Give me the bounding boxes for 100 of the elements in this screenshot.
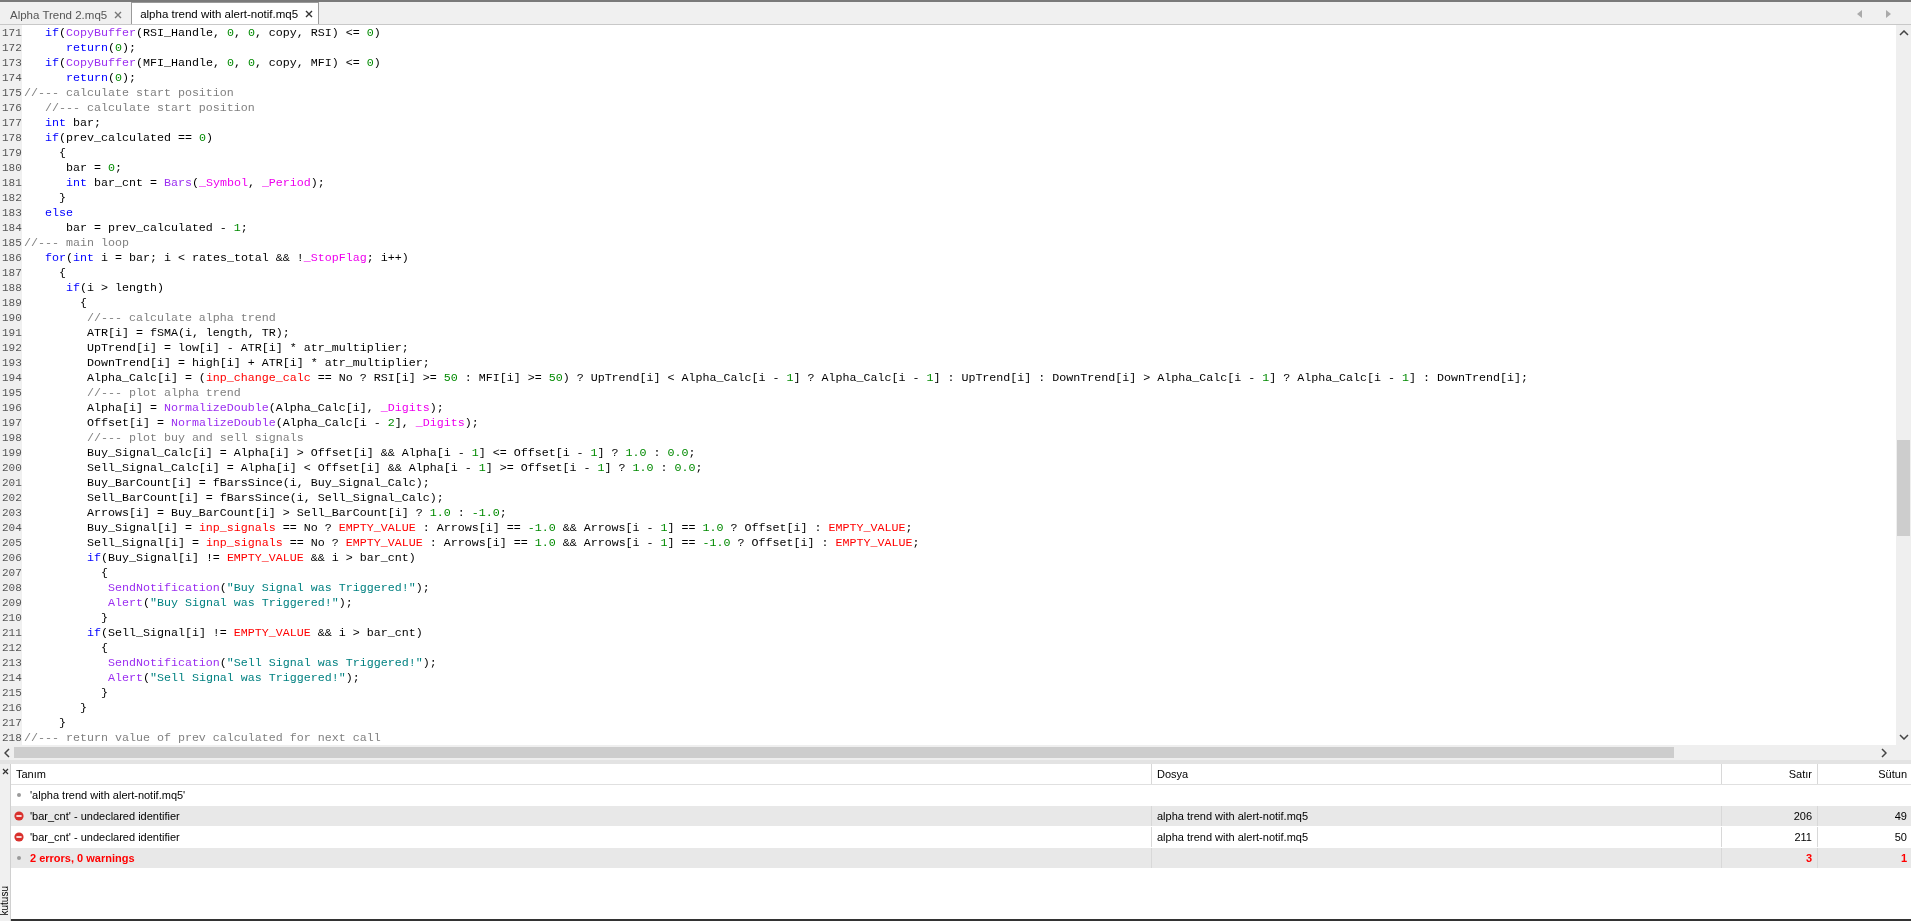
code-line: { (99, 641, 108, 656)
scroll-left-icon[interactable] (4, 747, 10, 758)
error-icon (14, 832, 24, 842)
line-number: 182 (1, 191, 22, 206)
scrollbar-thumb[interactable] (1897, 440, 1910, 536)
line-number: 175 (1, 86, 22, 101)
code-line: if(prev_calculated == 0) (44, 131, 213, 146)
line-number: 185 (1, 236, 22, 251)
code-line: return(0); (64, 41, 136, 56)
horizontal-scrollbar[interactable] (0, 745, 1911, 760)
tab-scroll-left-icon[interactable] (1857, 10, 1862, 18)
line-number: 176 (1, 101, 22, 116)
code-line: else (44, 206, 73, 221)
code-line: Alert("Buy Signal was Triggered!"); (106, 596, 353, 611)
code-line: int bar_cnt = Bars(_Symbol, _Period); (64, 176, 325, 191)
dot-icon (14, 790, 24, 800)
tab-scroll-right-icon[interactable] (1886, 10, 1891, 18)
line-number: 208 (1, 581, 22, 596)
code-line: UpTrend[i] = low[i] - ATR[i] * atr_multiplier; (85, 341, 409, 356)
code-line: DownTrend[i] = high[i] + ATR[i] * atr_multiplier; (85, 356, 430, 371)
line-number: 184 (1, 221, 22, 236)
dot-icon (14, 853, 24, 863)
line-number: 213 (1, 656, 22, 671)
message-text: 'alpha trend with alert-notif.mq5' (30, 789, 186, 801)
scroll-right-icon[interactable] (1881, 747, 1887, 758)
code-line: Buy_Signal[i] = inp_signals == No ? EMPTY_VALUE : Arrows[i] == -1.0 && Arrows[i - 1] == 1.0 ? Offset[i] : EMPTY_VALUE; (85, 521, 913, 536)
table-cell: 1 (1817, 848, 1911, 868)
code-line: bar = 0; (64, 161, 122, 176)
line-number: 207 (1, 566, 22, 581)
line-number: 196 (1, 401, 22, 416)
code-line: { (57, 146, 66, 161)
code-line: if(CopyBuffer(MFI_Handle, 0, 0, copy, MFI) <= 0) (44, 56, 381, 71)
scrollbar-thumb[interactable] (14, 747, 1674, 758)
code-line: Sell_BarCount[i] = fBarsSince(i, Sell_Signal_Calc); (85, 491, 444, 506)
code-line: //--- calculate start position (44, 101, 255, 116)
code-line: //--- calculate alpha trend (85, 311, 276, 326)
line-number: 209 (1, 596, 22, 611)
code-line: Alpha_Calc[i] = (inp_change_calc == No ? RSI[i] >= 50 : MFI[i] >= 50) ? UpTrend[i] < Alpha_Calc[i - 1] ? Alpha_Calc[i - 1] : UpTrend[i] : DownTrend[i] > Alpha_Calc[i - 1] ? Alpha_Calc[i - 1] : DownTrend[i]; (85, 371, 1528, 386)
code-line: if(i > length) (64, 281, 164, 296)
close-icon[interactable] (305, 9, 314, 18)
column-header[interactable]: Sütun (1817, 764, 1911, 784)
vertical-scrollbar[interactable] (1896, 25, 1911, 745)
error-icon (14, 811, 24, 821)
code-line: Offset[i] = NormalizeDouble(Alpha_Calc[i - 2], _Digits); (85, 416, 479, 431)
line-number: 188 (1, 281, 22, 296)
file-tab[interactable]: Alpha Trend 2.mq5 (2, 5, 128, 24)
code-line: Buy_Signal_Calc[i] = Alpha[i] > Offset[i] && Alpha[i - 1] <= Offset[i - 1] ? 1.0 : 0.0; (85, 446, 696, 461)
code-line: Buy_BarCount[i] = fBarsSince(i, Buy_Signal_Calc); (85, 476, 430, 491)
code-line: //--- calculate start position (23, 86, 234, 101)
code-line: int bar; (44, 116, 101, 131)
code-line: if(Buy_Signal[i] != EMPTY_VALUE && i > bar_cnt) (85, 551, 416, 566)
line-number: 200 (1, 461, 22, 476)
line-number: 214 (1, 671, 22, 686)
code-line: if(CopyBuffer(RSI_Handle, 0, 0, copy, RSI) <= 0) (44, 26, 381, 41)
code-line: } (78, 701, 87, 716)
code-line: } (99, 611, 108, 626)
line-number: 190 (1, 311, 22, 326)
line-number: 173 (1, 56, 22, 71)
table-cell: 3 (1721, 848, 1817, 868)
line-number: 174 (1, 71, 22, 86)
message-row[interactable]: 'bar_cnt' - undeclared identifier alpha trend with alert-notif.mq5 206 49 (11, 806, 1911, 827)
code-line: ATR[i] = fSMA(i, length, TR); (85, 326, 290, 341)
file-tab[interactable]: alpha trend with alert-notif.mq5 (131, 2, 320, 24)
line-number: 180 (1, 161, 22, 176)
table-cell: 49 (1817, 806, 1911, 826)
line-number: 193 (1, 356, 22, 371)
line-number: 203 (1, 506, 22, 521)
code-line: { (78, 296, 87, 311)
message-text: 'bar_cnt' - undeclared identifier (30, 831, 180, 843)
scroll-up-icon[interactable] (1898, 30, 1909, 36)
message-text: 2 errors, 0 warnings (30, 852, 135, 864)
line-number: 183 (1, 206, 22, 221)
code-line: Sell_Signal_Calc[i] = Alpha[i] < Offset[i] && Alpha[i - 1] >= Offset[i - 1] ? 1.0 : 0.0; (85, 461, 703, 476)
line-number: 189 (1, 296, 22, 311)
code-line: Arrows[i] = Buy_BarCount[i] > Sell_BarCount[i] ? 1.0 : -1.0; (85, 506, 507, 521)
line-number: 201 (1, 476, 22, 491)
line-number: 198 (1, 431, 22, 446)
line-number: 181 (1, 176, 22, 191)
table-cell: 211 (1721, 827, 1817, 847)
code-line: if(Sell_Signal[i] != EMPTY_VALUE && i > bar_cnt) (85, 626, 423, 641)
line-number: 211 (1, 626, 22, 641)
code-line: //--- plot alpha trend (85, 386, 241, 401)
close-icon[interactable] (1, 768, 9, 775)
message-text: 'bar_cnt' - undeclared identifier (30, 810, 180, 822)
code-line: Alpha[i] = NormalizeDouble(Alpha_Calc[i], _Digits); (85, 401, 444, 416)
line-number: 202 (1, 491, 22, 506)
table-cell: 50 (1817, 827, 1911, 847)
code-line: bar = prev_calculated - 1; (64, 221, 248, 236)
line-number: 187 (1, 266, 22, 281)
code-line: //--- main loop (23, 236, 129, 251)
line-number: 171 (1, 26, 22, 41)
code-line: } (99, 686, 108, 701)
code-line: Sell_Signal[i] = inp_signals == No ? EMPTY_VALUE : Arrows[i] == 1.0 && Arrows[i - 1] == -1.0 ? Offset[i] : EMPTY_VALUE; (85, 536, 920, 551)
column-header[interactable]: Dosya (1151, 764, 1721, 784)
code-line: } (57, 191, 66, 206)
line-number: 172 (1, 41, 22, 56)
column-header[interactable]: Tanım (11, 764, 1151, 784)
scroll-down-icon[interactable] (1898, 734, 1909, 740)
line-number: 194 (1, 371, 22, 386)
column-header[interactable]: Satır (1721, 764, 1817, 784)
